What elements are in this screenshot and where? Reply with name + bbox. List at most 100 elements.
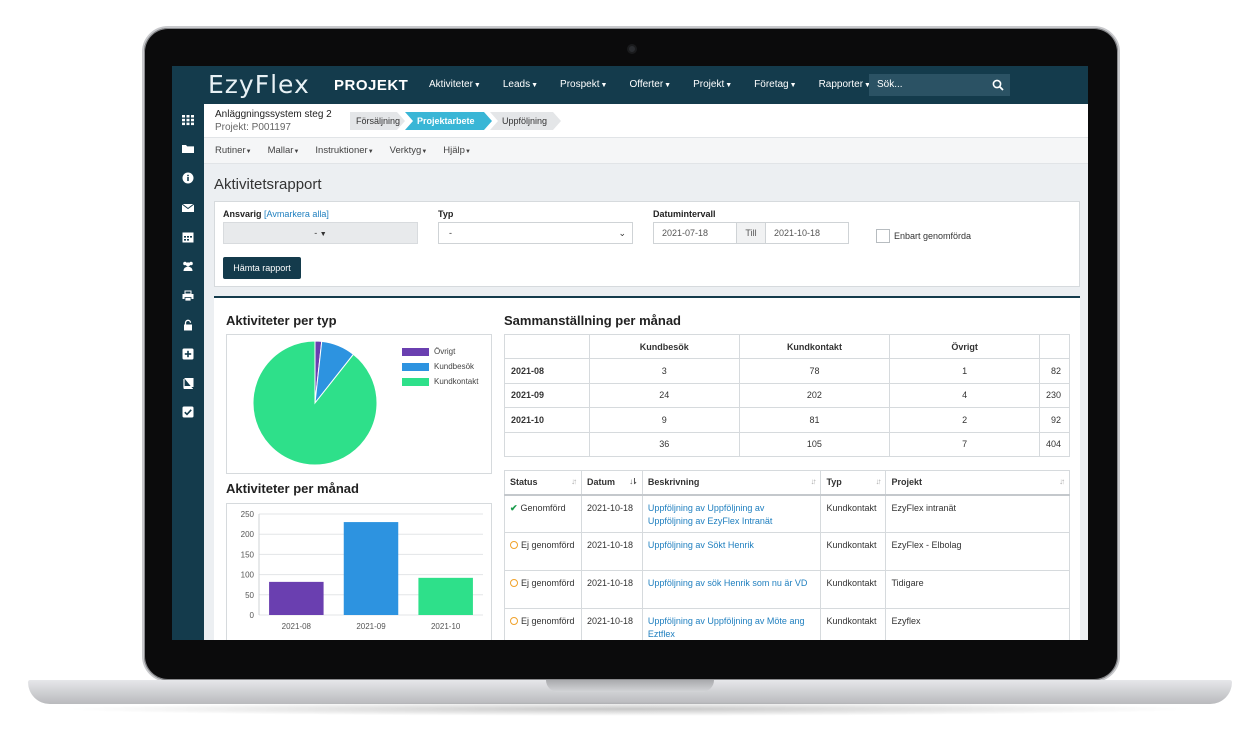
- submenu-rutiner[interactable]: Rutiner▼: [210, 138, 257, 163]
- date-to-input[interactable]: 2021-10-18: [765, 222, 849, 244]
- table-total-row: 36 105 7 404: [504, 431, 1071, 457]
- stage-projektarbete[interactable]: Projektarbete: [405, 112, 492, 130]
- plus-square-icon[interactable]: [182, 348, 194, 360]
- bar-2021-10: [418, 577, 473, 615]
- caret-down-icon: ▼: [531, 82, 539, 89]
- caret-down-icon: ▼: [473, 82, 481, 89]
- circle-icon: [510, 617, 518, 625]
- submenu-instruktioner[interactable]: Instruktioner▼: [310, 138, 378, 163]
- total-cell: 82: [1038, 358, 1071, 384]
- sort-header-status[interactable]: Status ↓↑: [504, 470, 582, 496]
- nav-item-prospekt[interactable]: Prospekt▼: [549, 66, 618, 104]
- project-cell: EzyFlex - Elbolag: [885, 532, 1070, 571]
- x-tick-label: 2021-09: [356, 622, 386, 631]
- sort-header-typ[interactable]: Typ ↓↑: [820, 470, 887, 496]
- nav-item-projekt[interactable]: Projekt▼: [682, 66, 743, 104]
- table-cell: 9: [588, 407, 740, 433]
- table-cell: 7: [889, 431, 1040, 457]
- legend-item-kundkontakt: Kundkontakt: [402, 377, 478, 386]
- activity-link[interactable]: Uppföljning av Uppföljning av Uppföljning…: [648, 503, 773, 526]
- column-header: Övrigt: [889, 333, 1040, 360]
- print-icon[interactable]: [182, 290, 194, 302]
- only-completed-label: Enbart genomförda: [894, 231, 972, 241]
- bar-chart-svg: 0 50 100 150 200 250 2021-08 2021-09 2021-10: [241, 510, 483, 631]
- table-header-row: Kundbesök Kundkontakt Övrigt: [504, 333, 1071, 360]
- main-content: Anläggningssystem steg 2 Projekt: P00119…: [204, 104, 1088, 640]
- calendar-icon[interactable]: [182, 231, 194, 243]
- table-cell: 81: [738, 407, 891, 433]
- caret-down-icon: ▼: [293, 149, 300, 155]
- table-cell: 1: [889, 358, 1040, 384]
- circle-icon: [510, 541, 518, 549]
- page-title: Aktivitetsrapport: [214, 176, 322, 193]
- date-cell: 2021-10-18: [580, 570, 643, 609]
- caret-down-icon: ▼: [464, 149, 471, 155]
- only-completed-checkbox[interactable]: [876, 229, 890, 243]
- caret-down-icon: ▼: [789, 82, 797, 89]
- submenu-hjalp[interactable]: Hjälp▼: [438, 138, 476, 163]
- date-from-input[interactable]: 2021-07-18: [653, 222, 737, 244]
- bar-chart-title: Aktiviteter per månad: [226, 481, 359, 496]
- legend-swatch: [402, 347, 429, 356]
- search-input[interactable]: Sök...: [869, 74, 1010, 96]
- grid-icon[interactable]: [182, 114, 194, 126]
- total-cell: 92: [1038, 407, 1071, 433]
- deselect-all-link[interactable]: [Avmarkera alla]: [264, 209, 329, 219]
- responsible-label: Ansvarig [Avmarkera alla]: [223, 209, 329, 219]
- stage-uppfoljning[interactable]: Uppföljning: [490, 112, 561, 130]
- sort-icon: ↓↑: [570, 477, 577, 486]
- table-row: Ej genomförd 2021-10-18 Uppföljning av s…: [504, 570, 1070, 609]
- y-tick-label: 250: [241, 510, 255, 519]
- nav-item-aktiviteter[interactable]: Aktiviteter▼: [418, 66, 492, 104]
- nav-item-leads[interactable]: Leads▼: [492, 66, 549, 104]
- sort-header-beskrivning[interactable]: Beskrivning ↓↑: [641, 470, 822, 496]
- fetch-report-button[interactable]: Hämta rapport: [223, 257, 301, 279]
- folder-icon[interactable]: [182, 143, 194, 155]
- activity-link[interactable]: Uppföljning av Uppföljning av Möte ang Ez…: [648, 616, 805, 639]
- type-select[interactable]: - ⌄: [438, 222, 633, 244]
- y-tick-label: 0: [250, 611, 255, 620]
- column-header: Kundkontakt: [738, 333, 891, 360]
- responsible-select[interactable]: - ▼: [223, 222, 418, 244]
- book-icon[interactable]: [182, 377, 194, 389]
- info-icon[interactable]: [182, 172, 194, 184]
- sort-icon: ↓↑: [1059, 477, 1065, 486]
- submenu-verktyg[interactable]: Verktyg▼: [385, 138, 433, 163]
- app-logo[interactable]: EzyFlex: [208, 70, 310, 99]
- users-icon[interactable]: [182, 260, 194, 272]
- lock-icon[interactable]: [182, 319, 194, 331]
- sort-header-datum[interactable]: Datum ↓⇂: [580, 470, 643, 496]
- table-cell: 4: [889, 382, 1040, 409]
- sort-header-projekt[interactable]: Projekt ↓↑: [885, 470, 1070, 496]
- stage-forsaljning[interactable]: Försäljning: [350, 112, 405, 130]
- type-cell: Kundkontakt: [820, 570, 887, 609]
- submenu-mallar[interactable]: Mallar▼: [263, 138, 305, 163]
- table-cell: 202: [738, 382, 891, 409]
- nav-item-offerter[interactable]: Offerter▼: [618, 66, 682, 104]
- table-row: 2021-08 3 78 1 82: [504, 358, 1071, 384]
- y-tick-label: 150: [241, 550, 255, 559]
- description-cell: Uppföljning av sök Henrik som nu är VD: [641, 570, 822, 609]
- summary-table: Kundbesök Kundkontakt Övrigt 2021-08 3 7…: [504, 333, 1071, 457]
- activity-link[interactable]: Uppföljning av Sökt Henrik: [648, 540, 754, 550]
- table-row: Ej genomförd 2021-10-18 Uppföljning av S…: [504, 532, 1070, 571]
- project-header: Anläggningssystem steg 2 Projekt: P00119…: [204, 104, 1088, 138]
- date-cell: 2021-10-18: [580, 608, 643, 640]
- search-icon[interactable]: [992, 79, 1004, 91]
- caret-down-icon: ▼: [421, 149, 428, 155]
- caret-down-icon: ▼: [319, 231, 327, 238]
- sort-icon: ↓↑: [810, 477, 816, 486]
- caret-down-icon: ▼: [600, 82, 608, 89]
- legend-swatch: [402, 377, 429, 386]
- activity-link[interactable]: Uppföljning av sök Henrik som nu är VD: [648, 578, 808, 588]
- month-cell: 2021-09: [504, 382, 590, 409]
- total-cell: 404: [1038, 431, 1071, 457]
- total-cell: 230: [1038, 382, 1071, 409]
- table-cell: 78: [738, 358, 891, 384]
- camera-icon: [627, 44, 637, 54]
- y-tick-label: 100: [241, 571, 255, 580]
- nav-item-foretag[interactable]: Företag▼: [743, 66, 807, 104]
- status-cell: Ej genomförd: [504, 608, 582, 640]
- mail-icon[interactable]: [182, 202, 194, 214]
- check-square-icon[interactable]: [182, 406, 194, 418]
